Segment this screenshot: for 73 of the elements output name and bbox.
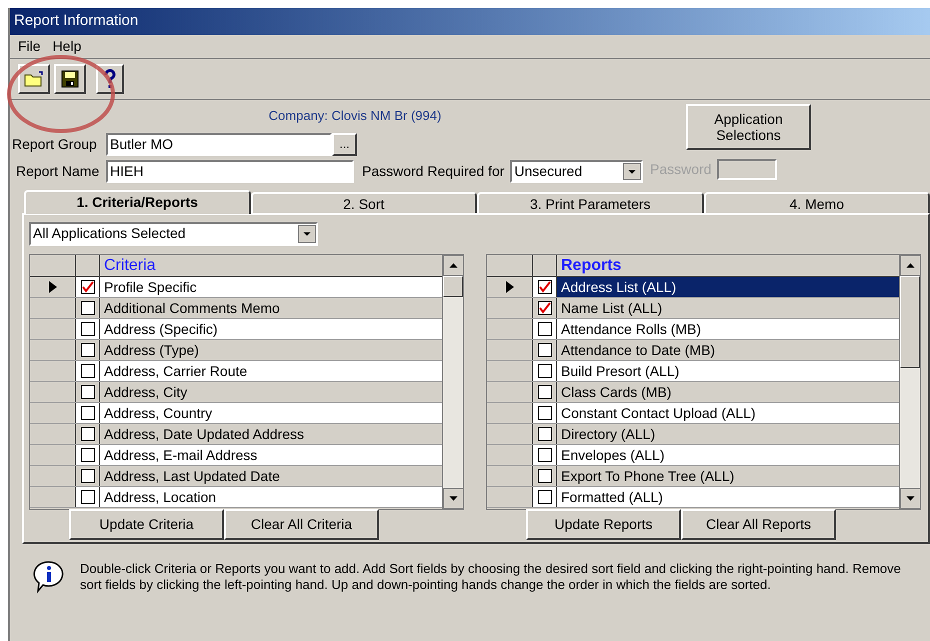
browse-button[interactable]: ... [332,132,357,156]
list-item[interactable]: Address (Specific) [100,318,442,338]
password-required-dropdown[interactable]: Unsecured [510,160,644,182]
tab[interactable]: 4. Memo [704,192,930,214]
checkbox[interactable] [538,468,552,482]
list-item[interactable]: Address, Carrier Route [100,360,442,380]
list-item[interactable]: Constant Contact Upload (ALL) [557,402,899,422]
applications-dropdown[interactable]: All Applications Selected [29,222,318,246]
action-button[interactable]: Clear All Reports [681,508,836,540]
scroll-thumb[interactable] [443,276,463,296]
checkbox[interactable] [538,280,552,294]
scrollbar[interactable] [442,254,463,508]
open-button[interactable] [18,64,50,94]
list-item[interactable]: Attendance Rolls (MB) [557,318,899,338]
menu-item[interactable]: File [18,36,41,57]
folder-icon [24,71,44,87]
row-pointer-icon [48,280,56,292]
checkbox[interactable] [538,426,552,440]
checkbox[interactable] [80,280,94,294]
checkbox[interactable] [538,342,552,356]
scroll-up-icon[interactable] [443,254,463,276]
report-name-field[interactable]: HIEH [106,160,354,182]
info-icon [32,560,66,594]
checkbox[interactable] [80,490,94,504]
info-text: Double-click Criteria or Reports you want to add. Add Sort fields by choosing the desired sort field and clicking the right-pointing hand. Remove sort fields by clicking the left-pointing hand. Up and down-pointing hands change the order in which the fields are sorted. [80,560,902,592]
scroll-down-icon[interactable] [443,488,463,508]
row-pointer-icon [506,280,514,292]
checkbox[interactable] [538,490,552,504]
tab[interactable]: 1. Criteria/Reports [24,190,250,214]
checkbox[interactable] [538,364,552,378]
column-header: Criteria [103,256,157,276]
checkbox[interactable] [538,300,552,314]
report-group-field[interactable]: Butler MO [106,132,332,156]
scroll-down-icon[interactable] [900,488,920,508]
tab[interactable]: 3. Print Parameters [477,192,704,214]
checkbox[interactable] [80,426,94,440]
scroll-up-icon[interactable] [900,254,920,276]
field-label: Report Group [11,134,98,154]
scroll-thumb[interactable] [900,276,920,368]
list-item[interactable]: Address List (ALL) [557,276,899,296]
window-title: Report Information [14,11,138,32]
menu-item[interactable]: Help [52,36,82,57]
tab[interactable]: 2. Sort [250,192,477,214]
checkbox[interactable] [80,342,94,356]
field-label: Report Name [15,162,100,181]
checkbox[interactable] [80,406,94,420]
checkbox[interactable] [80,384,94,398]
list-item[interactable]: Profile Specific [100,276,442,296]
action-button[interactable]: Clear All Criteria [224,508,379,540]
scrollbar[interactable] [899,254,920,508]
application-selections-button[interactable]: Application Selections [686,104,811,150]
list-item[interactable]: Address, Country [100,402,442,422]
company-label: Company: Clovis NM Br (994) [268,107,442,125]
list-item[interactable]: Address, E-mail Address [100,444,442,464]
checkbox[interactable] [538,448,552,462]
action-button[interactable]: Update Criteria [69,508,224,540]
list-item[interactable]: Envelopes (ALL) [557,444,899,464]
action-button[interactable]: Update Reports [526,508,681,540]
list-item[interactable]: Formatted (ALL) [557,486,899,506]
checkbox[interactable] [80,322,94,336]
checkbox[interactable] [80,364,94,378]
question-mark-icon [104,69,116,89]
checkbox[interactable] [80,300,94,314]
field-label: Password Required for [362,162,504,181]
checkbox[interactable] [538,406,552,420]
checkbox[interactable] [538,322,552,336]
checkbox[interactable] [80,448,94,462]
checkbox[interactable] [538,384,552,398]
column-header: Reports [560,256,622,276]
save-button[interactable] [54,64,86,94]
list-item[interactable]: Address, Location [100,486,442,506]
checkbox[interactable] [80,468,94,482]
list-item[interactable]: Build Presort (ALL) [557,360,899,380]
